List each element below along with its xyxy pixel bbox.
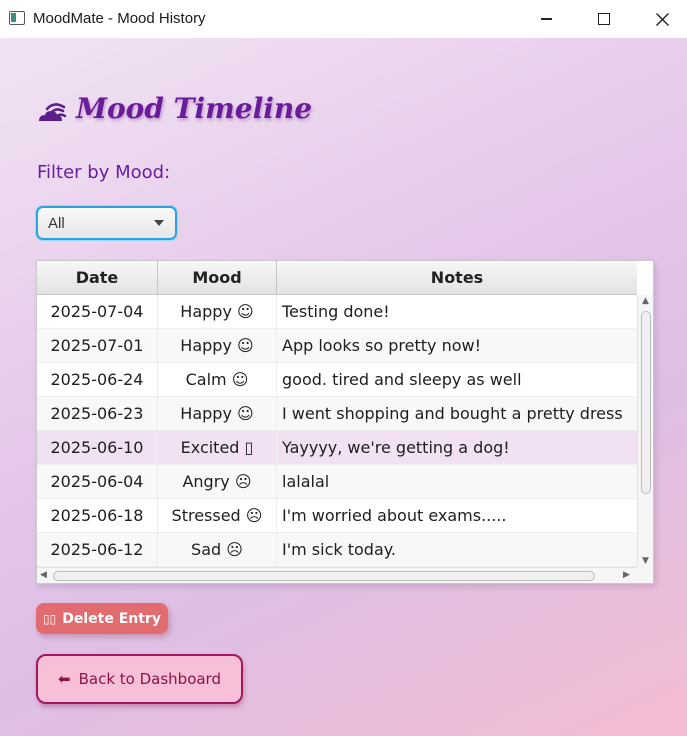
mood-filter-value: All bbox=[48, 215, 65, 232]
cell-notes: Yayyyy, we're getting a dog! bbox=[282, 438, 510, 457]
table-row[interactable]: 2025-06-24 Calm ☺ good. tired and sleepy a… bbox=[37, 363, 637, 397]
scroll-down-icon[interactable]: ▼ bbox=[642, 556, 649, 566]
minimize-icon bbox=[540, 18, 552, 20]
mood-filter-dropdown[interactable]: All bbox=[36, 206, 177, 240]
table-row[interactable]: 2025-07-04 Happy ☺ Testing done! bbox=[37, 295, 637, 329]
cell-notes: good. tired and sleepy as well bbox=[282, 370, 522, 389]
mood-history-table: Date Mood Notes 2025-07-04 Happy ☺ Testing… bbox=[36, 260, 654, 584]
scroll-right-icon[interactable]: ▶ bbox=[623, 570, 630, 580]
cell-date: 2025-06-04 bbox=[37, 465, 158, 499]
arrow-left-icon: ⬅ bbox=[58, 670, 71, 688]
cell-date: 2025-06-10 bbox=[37, 431, 158, 465]
cell-notes: I went shopping and bought a pretty dres… bbox=[282, 404, 623, 423]
table-row[interactable]: 2025-06-12 Sad ☹ I'm sick today. bbox=[37, 533, 637, 567]
cell-notes: I'm sick today. bbox=[282, 540, 397, 559]
column-header-notes[interactable]: Notes bbox=[277, 261, 637, 295]
cell-mood: Excited ▯ bbox=[158, 431, 277, 465]
horizontal-scroll-thumb[interactable] bbox=[53, 571, 595, 581]
cell-notes: lalalal bbox=[282, 472, 330, 491]
cell-mood: Sad ☹ bbox=[158, 533, 277, 567]
horizontal-scrollbar[interactable]: ◀ ▶ bbox=[37, 567, 637, 583]
table-row[interactable]: 2025-07-01 Happy ☺ App looks so pretty now… bbox=[37, 329, 637, 363]
column-header-mood[interactable]: Mood bbox=[158, 261, 277, 295]
cell-date: 2025-06-12 bbox=[37, 533, 158, 567]
delete-entry-button[interactable]: ▯▯ Delete Entry bbox=[36, 603, 168, 634]
page-heading: Mood Timeline bbox=[36, 92, 312, 125]
cell-notes: App looks so pretty now! bbox=[282, 336, 482, 355]
scroll-left-icon[interactable]: ◀ bbox=[40, 570, 47, 580]
maximize-icon bbox=[598, 13, 610, 25]
chevron-down-icon bbox=[154, 220, 164, 226]
cell-mood: Happy ☺ bbox=[158, 397, 277, 431]
cell-date: 2025-06-24 bbox=[37, 363, 158, 397]
table-row[interactable]: 2025-06-10 Excited ▯ Yayyyy, we're getting… bbox=[37, 431, 637, 465]
scrollbar-corner bbox=[637, 567, 653, 583]
back-to-dashboard-label: Back to Dashboard bbox=[78, 670, 221, 688]
cell-mood: Happy ☺ bbox=[158, 295, 277, 329]
cell-notes: Testing done! bbox=[282, 302, 390, 321]
filter-label: Filter by Mood: bbox=[37, 162, 171, 183]
cell-date: 2025-06-18 bbox=[37, 499, 158, 533]
window-title: MoodMate - Mood History bbox=[33, 10, 206, 27]
cell-date: 2025-07-04 bbox=[37, 295, 158, 329]
close-icon bbox=[655, 12, 669, 26]
table-row[interactable]: 2025-06-18 Stressed ☹ I'm worried about ex… bbox=[37, 499, 637, 533]
cell-mood: Stressed ☹ bbox=[158, 499, 277, 533]
cell-mood: Happy ☺ bbox=[158, 329, 277, 363]
close-button[interactable] bbox=[633, 0, 687, 38]
app-icon bbox=[9, 11, 25, 25]
column-header-date[interactable]: Date bbox=[37, 261, 158, 295]
cell-mood: Angry ☹ bbox=[158, 465, 277, 499]
maximize-button[interactable] bbox=[575, 0, 633, 38]
cell-date: 2025-07-01 bbox=[37, 329, 158, 363]
trash-icon: ▯▯ bbox=[43, 611, 57, 626]
table-row[interactable]: 2025-06-23 Happy ☺ I went shopping and bou… bbox=[37, 397, 637, 431]
scroll-up-icon[interactable]: ▲ bbox=[642, 296, 649, 306]
window-titlebar: MoodMate - Mood History bbox=[0, 0, 687, 38]
table-body: 2025-07-04 Happy ☺ Testing done! 2025-07-01… bbox=[37, 295, 637, 567]
vertical-scrollbar[interactable]: ▲ ▼ bbox=[637, 295, 653, 567]
vertical-scroll-thumb[interactable] bbox=[641, 311, 651, 494]
cell-mood: Calm ☺ bbox=[158, 363, 277, 397]
cell-date: 2025-06-23 bbox=[37, 397, 158, 431]
delete-entry-label: Delete Entry bbox=[62, 610, 161, 627]
mood-history-screen: Mood Timeline Filter by Mood: All Date M… bbox=[0, 38, 687, 736]
cloud-wave-icon bbox=[39, 102, 67, 121]
cell-notes: I'm worried about exams..... bbox=[282, 506, 507, 525]
page-title: Mood Timeline bbox=[76, 92, 313, 125]
table-row[interactable]: 2025-06-04 Angry ☹ lalalal bbox=[37, 465, 637, 499]
minimize-button[interactable] bbox=[517, 0, 575, 38]
table-header: Date Mood Notes bbox=[37, 261, 637, 295]
back-to-dashboard-button[interactable]: ⬅ Back to Dashboard bbox=[36, 654, 243, 704]
